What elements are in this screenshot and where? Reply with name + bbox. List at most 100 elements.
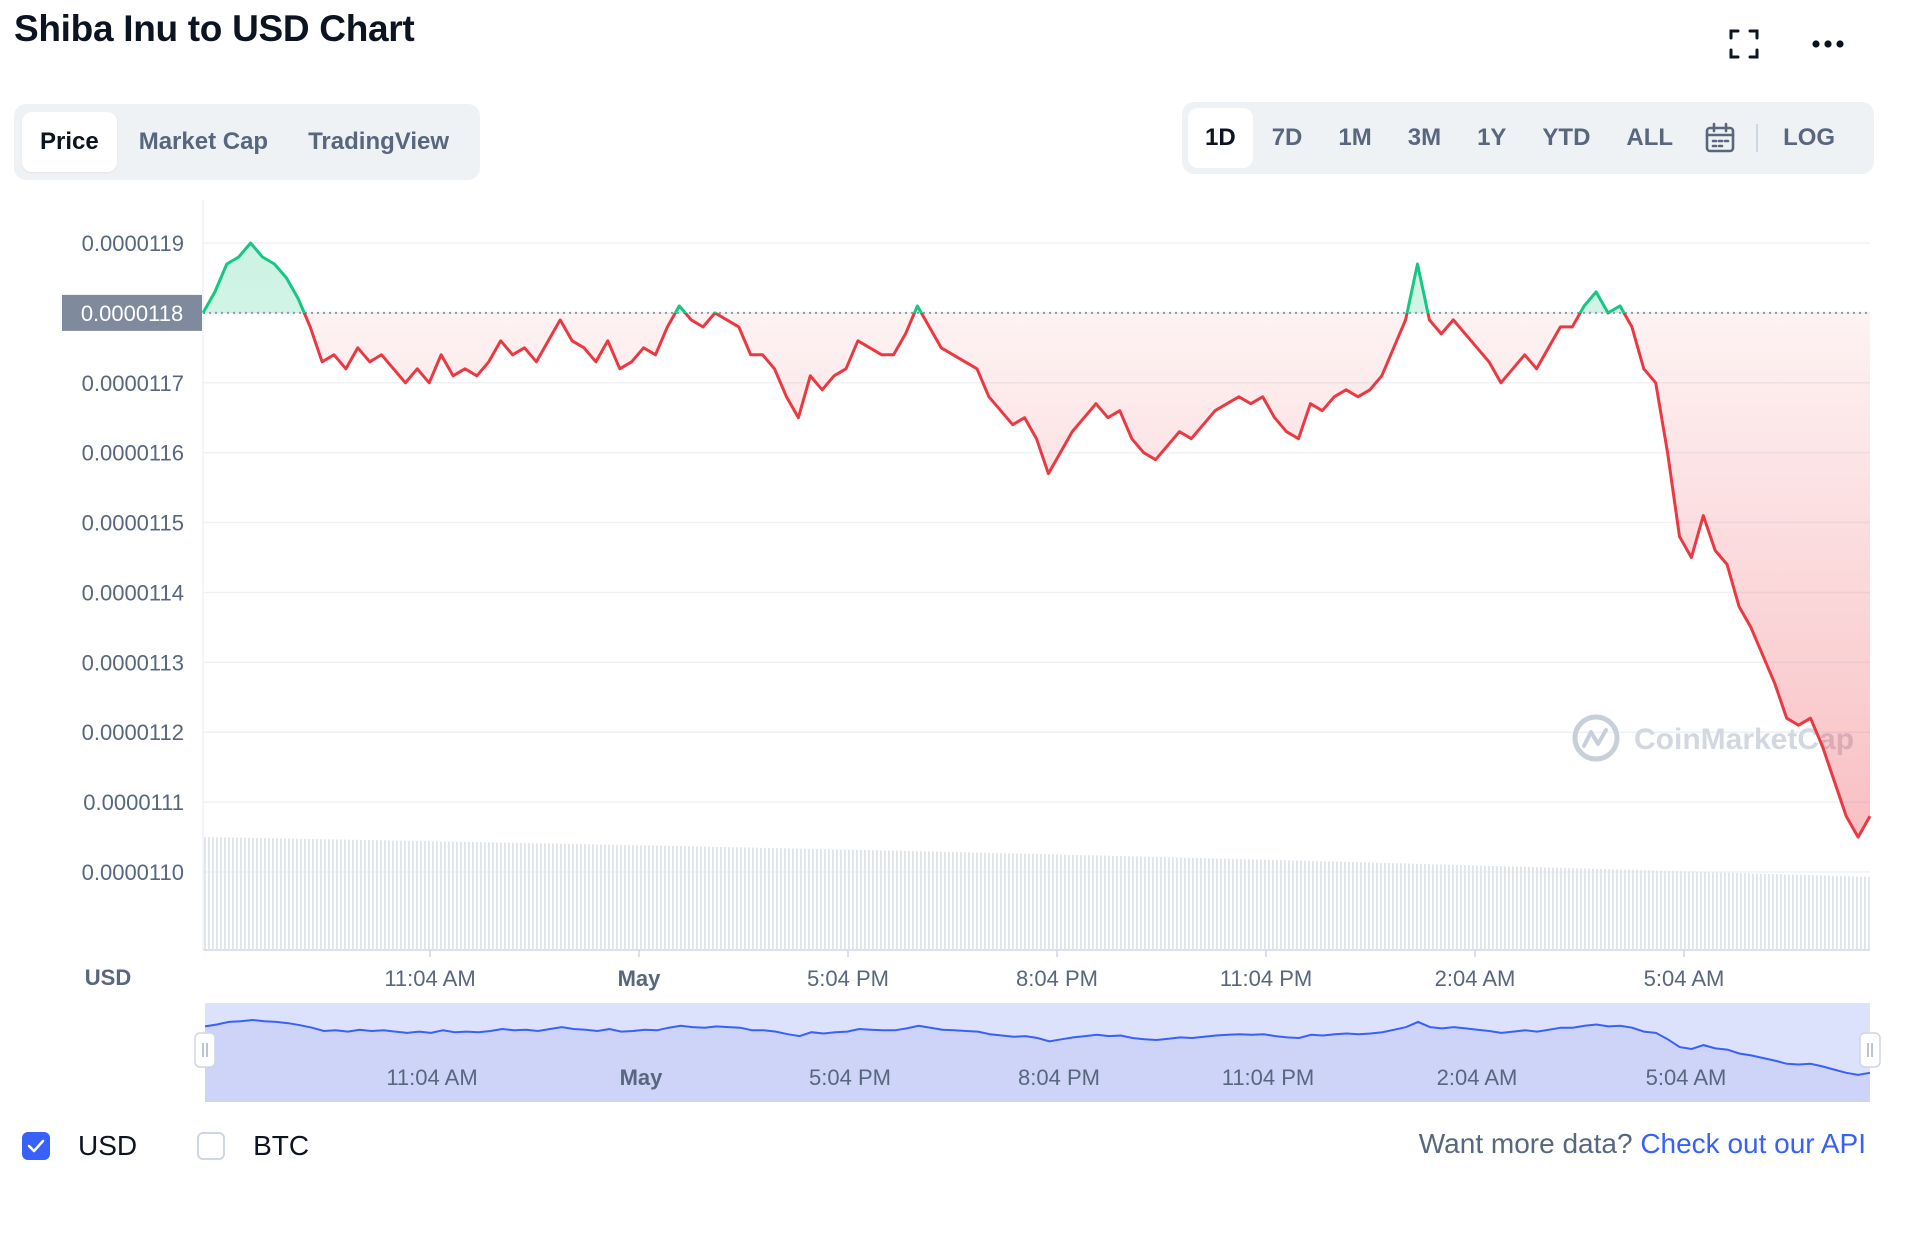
volume-bar <box>652 845 654 950</box>
volume-bar <box>1044 854 1046 950</box>
volume-bar <box>880 850 882 950</box>
price-chart[interactable]: 0.0000119 0.0000117 0.0000116 0.0000115 0.00… <box>0 0 1906 1240</box>
volume-bar <box>1288 860 1290 950</box>
volume-bar <box>1836 875 1838 950</box>
volume-bar <box>1840 875 1842 950</box>
volume-bar <box>1712 872 1714 950</box>
volume-bar <box>436 841 438 950</box>
navigator-handle-left[interactable] <box>194 1032 216 1068</box>
volume-bar <box>1584 868 1586 950</box>
legend-item-usd[interactable]: USD <box>22 1130 137 1162</box>
volume-bar <box>1656 870 1658 950</box>
volume-bar <box>276 838 278 950</box>
volume-bar <box>332 839 334 950</box>
volume-bar <box>292 838 294 950</box>
btc-checkbox[interactable] <box>197 1132 226 1160</box>
volume-bar <box>844 849 846 950</box>
volume-bar <box>1136 856 1138 950</box>
volume-bar <box>1776 874 1778 950</box>
volume-bar <box>848 849 850 950</box>
volume-bar <box>1432 864 1434 950</box>
volume-bar <box>1532 867 1534 950</box>
volume-bar <box>760 847 762 950</box>
volume-bar <box>1404 863 1406 950</box>
volume-bar <box>836 849 838 950</box>
volume-bar <box>1204 858 1206 950</box>
volume-bar <box>700 846 702 950</box>
volume-bar <box>1396 863 1398 950</box>
volume-bar <box>1812 875 1814 950</box>
volume-bar <box>1528 866 1530 950</box>
volume-bar <box>264 838 266 950</box>
volume-bar <box>1360 862 1362 950</box>
volume-bar <box>976 852 978 950</box>
volume-bar <box>764 847 766 950</box>
volume-bar <box>224 837 226 950</box>
usd-checkbox[interactable] <box>22 1132 50 1160</box>
y-tick-label: 0.0000117 <box>82 371 184 396</box>
volume-bar <box>1400 863 1402 950</box>
volume-bar <box>1392 863 1394 950</box>
volume-bar <box>1752 873 1754 950</box>
volume-bar <box>960 852 962 950</box>
volume-bar <box>1148 856 1150 950</box>
volume-bar <box>1180 857 1182 950</box>
volume-bar <box>552 843 554 950</box>
volume-bar <box>1632 869 1634 950</box>
volume-bar <box>1252 859 1254 950</box>
volume-bar <box>1448 864 1450 950</box>
volume-bar <box>1172 857 1174 950</box>
volume-bar <box>1436 864 1438 950</box>
volume-bar <box>288 838 290 950</box>
volume-bar <box>824 849 826 950</box>
volume-bar <box>896 850 898 950</box>
volume-bar <box>336 839 338 950</box>
volume-bar <box>640 845 642 950</box>
volume-bar <box>492 842 494 950</box>
volume-bar <box>1232 858 1234 950</box>
volume-bar <box>796 848 798 950</box>
volume-bar <box>708 846 710 950</box>
volume-bar <box>1524 866 1526 950</box>
volume-bar <box>312 839 314 950</box>
volume-bar <box>348 839 350 950</box>
volume-bar <box>1484 865 1486 950</box>
volume-bar <box>788 848 790 950</box>
volume-bar <box>1092 855 1094 950</box>
volume-bar <box>448 841 450 950</box>
volume-bar <box>1572 868 1574 950</box>
volume-bar <box>1824 875 1826 950</box>
legend-item-btc[interactable]: BTC <box>197 1130 309 1162</box>
currency-legend: USD BTC <box>22 1130 369 1162</box>
volume-bar <box>1508 866 1510 950</box>
volume-bar <box>840 849 842 950</box>
navigator-tick-label: 5:04 PM <box>809 1065 891 1090</box>
volume-bar <box>560 843 562 950</box>
volume-bar <box>644 845 646 950</box>
volume-bar <box>504 842 506 950</box>
api-link[interactable]: Check out our API <box>1640 1128 1866 1159</box>
volume-bar <box>508 842 510 950</box>
volume-bar <box>1832 875 1834 950</box>
volume-bar <box>1188 857 1190 950</box>
volume-bar <box>1284 860 1286 950</box>
volume-bar <box>472 842 474 950</box>
volume-bar <box>936 851 938 950</box>
volume-bar <box>872 850 874 950</box>
volume-bar <box>1364 862 1366 950</box>
volume-bar <box>556 843 558 950</box>
volume-bar <box>820 849 822 950</box>
price-area-fill <box>203 243 1870 838</box>
x-tick-label: 11:04 PM <box>1220 966 1313 991</box>
volume-bar <box>1368 862 1370 950</box>
navigator-handle-right[interactable] <box>1859 1032 1881 1068</box>
volume-bar <box>1792 874 1794 950</box>
volume-bar <box>688 846 690 950</box>
range-navigator[interactable]: 11:04 AM May 5:04 PM 8:04 PM 11:04 PM 2:04 AM… <box>194 1003 1881 1102</box>
volume-bar <box>432 841 434 950</box>
volume-bar <box>776 848 778 950</box>
volume-bar <box>624 844 626 950</box>
volume-bar <box>1828 875 1830 950</box>
volume-bar <box>1200 858 1202 950</box>
volume-bar <box>260 838 262 950</box>
